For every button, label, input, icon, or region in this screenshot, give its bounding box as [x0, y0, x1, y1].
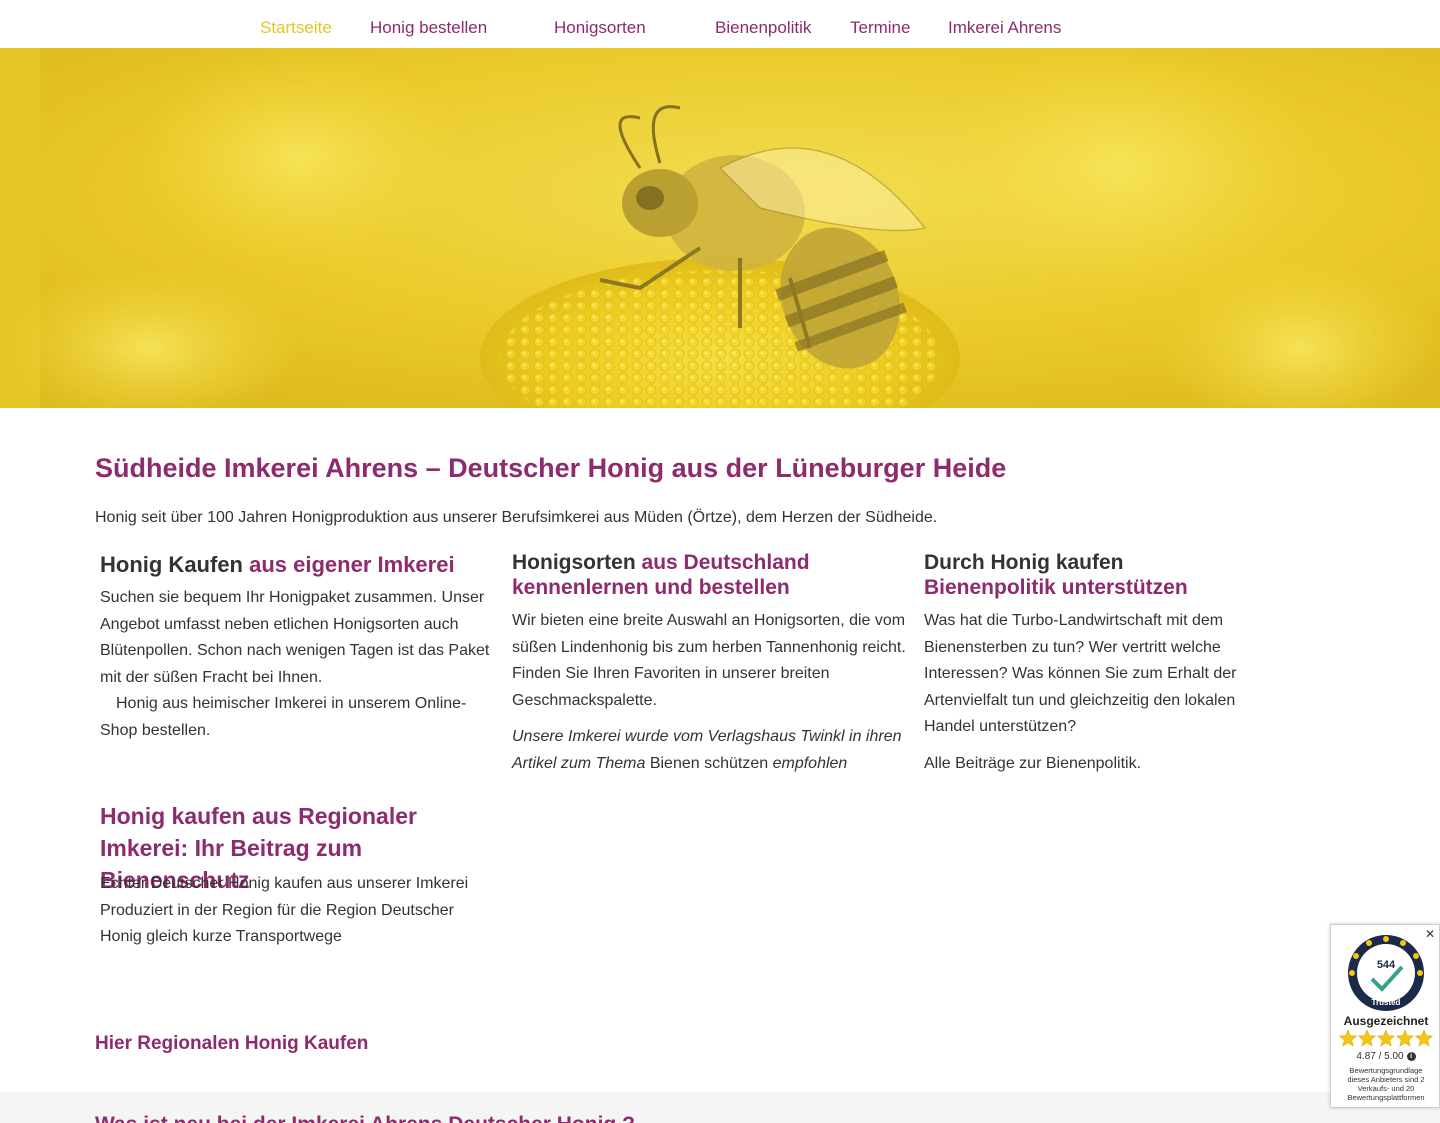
heading-plain: Durch Honig kaufen	[924, 551, 1124, 574]
nav-item-termine[interactable]: Termine	[850, 17, 910, 39]
column-heading: Honigsorten aus Deutschland kennenlernen…	[512, 550, 907, 600]
hero-image	[0, 48, 1440, 408]
trust-seal-icon: Trusted	[1348, 935, 1424, 1011]
heading-link[interactable]: Bienenpolitik unterstützen	[924, 576, 1188, 599]
nav-item-honig-bestellen[interactable]: Honig bestellen	[370, 17, 487, 39]
star-icon	[1376, 1029, 1396, 1047]
bienenpolitik-posts-link[interactable]: Alle Beiträge zur Bienenpolitik.	[924, 755, 1141, 772]
column-honig-kaufen: Honig Kaufen aus eigener Imkerei Suchen …	[100, 550, 500, 754]
column-link-text: Alle Beiträge zur Bienenpolitik.	[924, 751, 1254, 778]
heading-plain: Honigsorten	[512, 551, 636, 574]
rating-score: 4.87 / 5.00	[1356, 1051, 1404, 1062]
main-navigation: Startseite Honig bestellen Honigsorten B…	[0, 0, 1440, 48]
bee-on-flower-illustration	[0, 48, 1440, 408]
nav-item-startseite[interactable]: Startseite	[260, 17, 332, 39]
column-text: Wir bieten eine breite Auswahl an Honigs…	[512, 612, 906, 709]
nav-item-imkerei-ahrens[interactable]: Imkerei Ahrens	[948, 17, 1061, 39]
page-title: Südheide Imkerei Ahrens – Deutscher Honi…	[95, 453, 1007, 483]
rating-stars	[1339, 1029, 1433, 1047]
online-shop-link[interactable]: Honig aus heimischer Imkerei in unserem …	[100, 695, 466, 739]
heading-link[interactable]: aus eigener Imkerei	[249, 552, 454, 577]
intro-text: Honig seit über 100 Jahren Honigprodukti…	[95, 509, 938, 526]
badge-label: Ausgezeichnet	[1343, 1014, 1429, 1028]
regional-honey-cta-link[interactable]: Hier Regionalen Honig Kaufen	[95, 1032, 368, 1056]
column-heading: Durch Honig kaufen Bienenpolitik unterst…	[924, 550, 1254, 600]
bienen-schuetzen-link[interactable]: Bienen schützen	[650, 755, 768, 772]
twinkl-note-end: empfohlen	[772, 754, 848, 772]
rating-basis-note: Bewertungsgrundlage dieses Anbieters sin…	[1347, 1066, 1425, 1102]
column-link-text: Honig aus heimischer Imkerei in unserem …	[100, 691, 500, 744]
star-icon	[1414, 1029, 1433, 1047]
news-section: Was ist neu bei der Imkerei Ahrens Deuts…	[0, 1092, 1440, 1123]
nav-item-honigsorten[interactable]: Honigsorten	[554, 17, 646, 39]
trust-badge[interactable]: ✕ Trusted 544 Ausgezeichnet 4.87 / 5.00 i…	[1330, 924, 1440, 1108]
regional-text: Echter Deutscher Honig kaufen aus unsere…	[100, 875, 469, 945]
badge-score-row: 4.87 / 5.00 i	[1331, 1051, 1440, 1062]
heading-plain: Honig Kaufen	[100, 552, 243, 577]
column-honigsorten: Honigsorten aus Deutschland kennenlernen…	[512, 550, 907, 787]
seal-brand: Trusted	[1372, 998, 1401, 1007]
column-text: Was hat die Turbo-Landwirtschaft mit dem…	[924, 612, 1237, 735]
star-icon	[1339, 1029, 1358, 1047]
column-bienenpolitik: Durch Honig kaufen Bienenpolitik unterst…	[924, 550, 1254, 787]
news-heading: Was ist neu bei der Imkerei Ahrens Deuts…	[95, 1112, 635, 1123]
nav-item-bienenpolitik[interactable]: Bienenpolitik	[715, 17, 811, 39]
twinkl-note: Unsere Imkerei wurde vom Verlagshaus Twi…	[512, 724, 907, 777]
info-icon[interactable]: i	[1406, 1051, 1416, 1061]
star-icon	[1357, 1029, 1377, 1047]
review-count: 544	[1376, 959, 1396, 971]
column-heading: Honig Kaufen aus eigener Imkerei	[100, 552, 500, 577]
star-icon	[1395, 1029, 1415, 1047]
column-text: Suchen sie bequem Ihr Honigpaket zusamme…	[100, 589, 490, 686]
